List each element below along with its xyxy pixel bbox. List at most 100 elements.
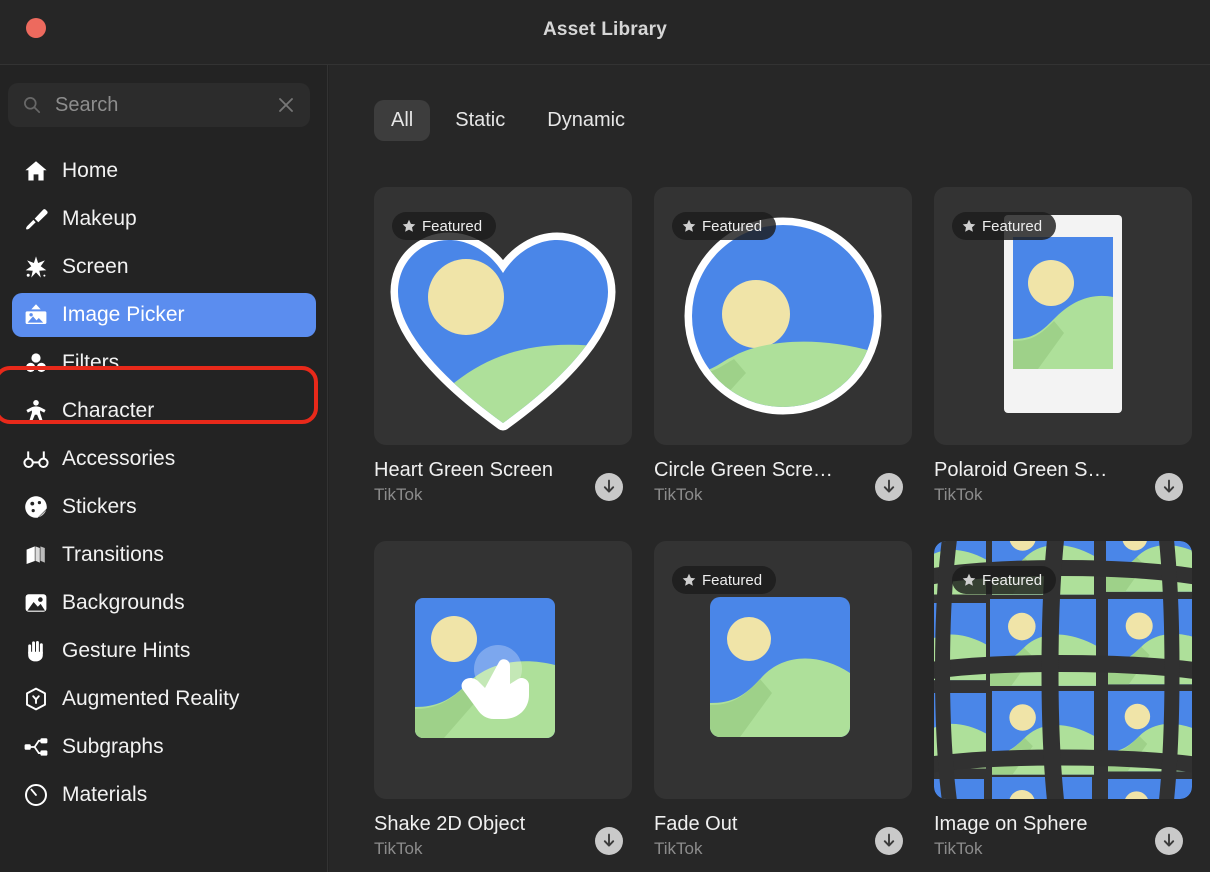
tab-dynamic[interactable]: Dynamic (530, 100, 642, 141)
sidebar-item-screen[interactable]: Screen (12, 245, 316, 289)
asset-thumbnail[interactable]: Featured (934, 187, 1192, 445)
person-icon (22, 397, 50, 425)
sidebar-item-transitions[interactable]: Transitions (12, 533, 316, 577)
featured-badge-label: Featured (982, 217, 1043, 235)
asset-card[interactable]: Featured Heart Green Screen TikTok (374, 187, 632, 519)
asset-thumbnail[interactable]: Featured (374, 187, 632, 445)
featured-badge: Featured (672, 212, 777, 240)
sidebar-item-character[interactable]: Character (12, 389, 316, 433)
sidebar-item-label: Filters (62, 351, 120, 374)
asset-card[interactable]: Featured Circle Green Scre… TikTok (654, 187, 912, 519)
featured-badge-label: Featured (982, 571, 1043, 589)
download-button[interactable] (875, 473, 903, 501)
download-icon (883, 833, 895, 847)
star-icon (402, 219, 416, 232)
sidebar-item-label: Home (62, 159, 119, 182)
sidebar-item-filters[interactable]: Filters (12, 341, 316, 385)
image-upload-icon (22, 301, 50, 329)
asset-meta: Circle Green Scre… TikTok (654, 457, 912, 519)
star-icon (962, 219, 976, 232)
sidebar-item-label: Augmented Reality (62, 687, 240, 710)
asset-thumbnail[interactable]: Featured (654, 541, 912, 799)
asset-source: TikTok (374, 839, 423, 858)
download-icon (603, 833, 615, 847)
sidebar-item-label: Subgraphs (62, 735, 164, 758)
featured-badge: Featured (392, 212, 497, 240)
sticker-icon (22, 493, 50, 521)
download-button[interactable] (595, 473, 623, 501)
asset-source: TikTok (374, 485, 423, 504)
asset-meta: Shake 2D Object TikTok (374, 811, 632, 872)
sidebar-item-label: Screen (62, 255, 129, 278)
asset-meta: Heart Green Screen TikTok (374, 457, 632, 519)
featured-badge: Featured (952, 212, 1057, 240)
glasses-icon (22, 445, 50, 473)
featured-badge: Featured (952, 566, 1057, 594)
tab-all[interactable]: All (374, 100, 431, 141)
tab-static[interactable]: Static (438, 100, 522, 141)
download-button[interactable] (1155, 827, 1183, 855)
featured-badge-label: Featured (422, 217, 483, 235)
material-icon (22, 781, 50, 809)
asset-source: TikTok (654, 485, 703, 504)
asset-card[interactable]: Shake 2D Object TikTok (374, 541, 632, 872)
sidebar-item-label: Backgrounds (62, 591, 185, 614)
subgraph-icon (22, 733, 50, 761)
star-icon (962, 573, 976, 586)
search-field[interactable]: Search (8, 83, 310, 127)
asset-title: Shake 2D Object (374, 813, 526, 835)
asset-library-window: Asset Library Search Home Makeup Screen … (0, 0, 1210, 872)
asset-thumbnail[interactable]: Featured (934, 541, 1192, 799)
asset-source: TikTok (934, 485, 983, 504)
sidebar-item-gesture-hints[interactable]: Gesture Hints (12, 629, 316, 673)
asset-title: Fade Out (654, 813, 738, 835)
asset-card[interactable]: Featured Polaroid Green S… TikTok (934, 187, 1192, 519)
download-button[interactable] (595, 827, 623, 855)
shake-2d-object-art (415, 598, 555, 738)
download-button[interactable] (875, 827, 903, 855)
sidebar-item-label: Character (62, 399, 155, 422)
hand-icon (22, 637, 50, 665)
asset-source: TikTok (654, 839, 703, 858)
sidebar-item-stickers[interactable]: Stickers (12, 485, 316, 529)
asset-thumbnail[interactable]: Featured (654, 187, 912, 445)
sidebar-item-accessories[interactable]: Accessories (12, 437, 316, 481)
asset-title: Image on Sphere (934, 813, 1088, 835)
picture-icon (22, 589, 50, 617)
sidebar-item-backgrounds[interactable]: Backgrounds (12, 581, 316, 625)
featured-badge-label: Featured (702, 571, 763, 589)
sidebar-item-label: Gesture Hints (62, 639, 191, 662)
sidebar-item-makeup[interactable]: Makeup (12, 197, 316, 241)
sidebar-item-label: Image Picker (62, 303, 185, 326)
sidebar-item-image-picker[interactable]: Image Picker (12, 293, 316, 337)
featured-badge: Featured (672, 566, 777, 594)
asset-title: Heart Green Screen (374, 459, 553, 481)
star-icon (682, 219, 696, 232)
asset-card[interactable]: Featured Image on Sphere TikTok (934, 541, 1192, 872)
sidebar-item-label: Makeup (62, 207, 137, 230)
download-icon (603, 479, 615, 493)
asset-title: Polaroid Green S… (934, 459, 1108, 481)
brush-icon (22, 205, 50, 233)
sidebar-item-augmented-reality[interactable]: Augmented Reality (12, 677, 316, 721)
search-clear-icon[interactable] (276, 95, 296, 115)
sidebar-item-label: Materials (62, 783, 148, 806)
search-placeholder: Search (55, 94, 119, 116)
layers-icon (22, 541, 50, 569)
sparkle-icon (22, 253, 50, 281)
asset-thumbnail[interactable] (374, 541, 632, 799)
sidebar: Search Home Makeup Screen Image Picker F… (0, 65, 328, 872)
sidebar-item-materials[interactable]: Materials (12, 773, 316, 817)
sidebar-item-home[interactable]: Home (12, 149, 316, 193)
sidebar-item-subgraphs[interactable]: Subgraphs (12, 725, 316, 769)
search-icon (23, 96, 41, 114)
title-bar: Asset Library (0, 0, 1210, 65)
ar-cube-icon (22, 685, 50, 713)
sidebar-item-label: Stickers (62, 495, 137, 518)
asset-meta: Fade Out TikTok (654, 811, 912, 872)
asset-card[interactable]: Featured Fade Out TikTok (654, 541, 912, 872)
download-icon (1163, 833, 1175, 847)
download-button[interactable] (1155, 473, 1183, 501)
asset-meta: Polaroid Green S… TikTok (934, 457, 1192, 519)
asset-title: Circle Green Scre… (654, 459, 833, 481)
